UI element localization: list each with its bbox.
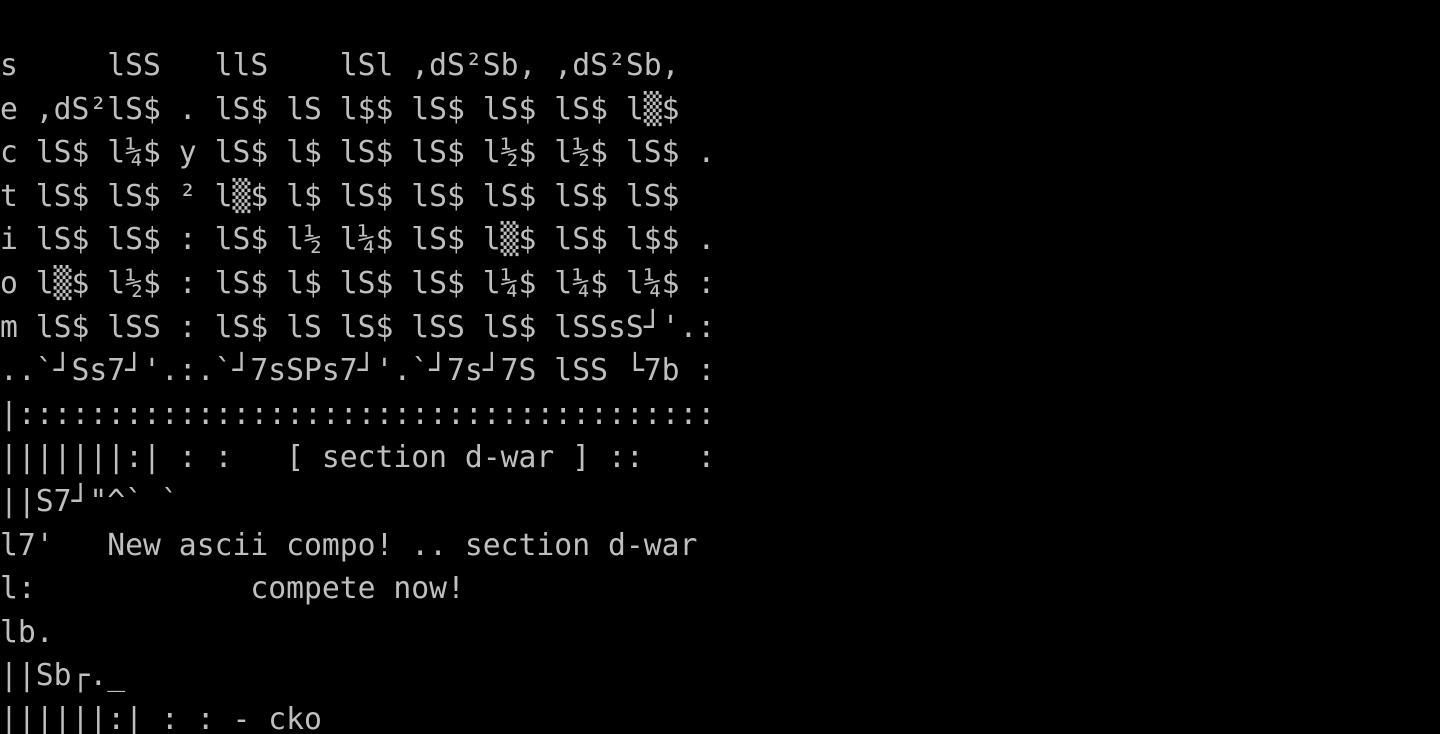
- terminal-line-14: lb.: [0, 614, 54, 650]
- terminal-line-1: s lSS llS lSl ,dS²Sb, ,dS²Sb,: [0, 48, 680, 83]
- terminal-line-16: ||||||:| : : - cko: [0, 701, 322, 734]
- terminal-line-11: ||S7┘"^` `: [0, 483, 179, 519]
- terminal-line-10: |||||||:| : : [ section d-war ] :: :: [0, 440, 716, 476]
- terminal-screen: s lSS llS lSl ,dS²Sb, ,dS²Sb, e ,dS²lS$ …: [0, 0, 1440, 734]
- terminal-line-5: i lS$ lS$ : lS$ l½ l¼$ lS$ l▒$ lS$ l$$ .: [0, 222, 716, 258]
- terminal-line-3: c lS$ l¼$ y lS$ l$ lS$ lS$ l½$ l½$ lS$ .: [0, 135, 716, 171]
- ascii-art-text: s lSS llS lSl ,dS²Sb, ,dS²Sb, e ,dS²lS$ …: [0, 44, 715, 734]
- terminal-line-2: e ,dS²lS$ . lS$ lS l$$ lS$ lS$ lS$ l▒$: [0, 91, 680, 127]
- terminal-line-15: ||Sb┌._: [0, 658, 126, 694]
- terminal-line-9: |:::::::::::::::::::::::::::::::::::::::: [0, 396, 716, 432]
- terminal-line-6: o l▒$ l½$ : lS$ l$ lS$ lS$ l¼$ l¼$ l¼$ :: [0, 265, 716, 301]
- terminal-line-8: ..`┘Ss7┘'.:.`┘7sSPs7┘'.`┘7s┘7S lSS └7b :: [0, 353, 716, 389]
- terminal-line-7: m lS$ lSS : lS$ lS lS$ lSS lS$ lSSsS┘'.:: [0, 309, 716, 345]
- terminal-line-13: l: compete now!: [0, 571, 465, 607]
- terminal-line-12: l7' New ascii compo! .. section d-war: [0, 527, 698, 563]
- terminal-line-4: t lS$ lS$ ² l▒$ l$ lS$ lS$ lS$ lS$ lS$: [0, 178, 680, 214]
